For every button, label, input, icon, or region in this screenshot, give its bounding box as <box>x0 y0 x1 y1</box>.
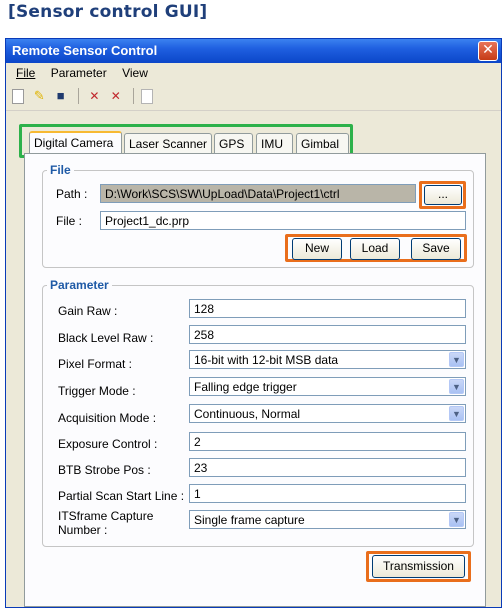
black-level-raw-input[interactable]: 258 <box>189 325 466 344</box>
acquisition-mode-label: Acquisition Mode : <box>58 411 157 425</box>
partial-scan-start-line-label: Partial Scan Start Line : <box>58 489 185 503</box>
chevron-down-icon[interactable]: ▼ <box>449 406 464 421</box>
exposure-control-input[interactable]: 2 <box>189 432 466 451</box>
itsframe-capture-label-line2: Number : <box>58 523 108 537</box>
trigger-mode-value: Falling edge trigger <box>194 380 297 394</box>
cancel-icon[interactable]: ✕ <box>108 88 124 104</box>
gain-raw-label: Gain Raw : <box>58 304 118 318</box>
pixel-format-value: 16-bit with 12-bit MSB data <box>194 353 339 367</box>
menu-file[interactable]: File <box>10 66 41 80</box>
btb-strobe-pos-label: BTB Strobe Pos : <box>58 463 151 477</box>
chevron-down-icon[interactable]: ▼ <box>449 352 464 367</box>
save-icon[interactable]: ■ <box>53 88 69 104</box>
path-label: Path : <box>56 187 88 201</box>
save-button[interactable]: Save <box>411 238 461 260</box>
acquisition-mode-value: Continuous, Normal <box>194 407 301 421</box>
pixel-format-select[interactable]: 16-bit with 12-bit MSB data ▼ <box>189 350 466 369</box>
itsframe-capture-value: Single frame capture <box>194 513 305 527</box>
file-name-input[interactable]: Project1_dc.prp <box>100 211 466 230</box>
menu-view[interactable]: View <box>116 66 154 80</box>
btb-strobe-pos-input[interactable]: 23 <box>189 458 466 477</box>
chevron-down-icon[interactable]: ▼ <box>449 379 464 394</box>
toolbar-separator <box>78 88 80 104</box>
menu-parameter[interactable]: Parameter <box>45 66 113 80</box>
trigger-mode-select[interactable]: Falling edge trigger ▼ <box>189 377 466 396</box>
new-file-icon[interactable] <box>12 88 24 104</box>
file-group-legend: File <box>47 163 74 177</box>
new-button[interactable]: New <box>292 238 342 260</box>
parameter-group-legend: Parameter <box>47 278 112 292</box>
black-level-raw-label: Black Level Raw : <box>58 331 154 345</box>
gain-raw-input[interactable]: 128 <box>189 299 466 318</box>
tab-laser-scanner[interactable]: Laser Scanner <box>124 133 212 153</box>
disconnect-icon[interactable]: ✕ <box>86 88 102 104</box>
toolbar: ✎ ■ ✕ ✕ <box>6 85 501 111</box>
title-bar: Remote Sensor Control ✕ <box>6 39 501 63</box>
tab-gimbal[interactable]: Gimbal <box>296 133 349 153</box>
menu-bar: File Parameter View <box>6 63 501 85</box>
toolbar-separator <box>133 88 135 104</box>
browse-button[interactable]: ... <box>424 185 462 205</box>
trigger-mode-label: Trigger Mode : <box>58 384 136 398</box>
itsframe-capture-label-line1: ITSframe Capture <box>58 509 154 523</box>
file-label: File : <box>56 214 83 228</box>
window-title: Remote Sensor Control <box>12 43 158 58</box>
tab-imu[interactable]: IMU <box>256 133 293 153</box>
close-button[interactable]: ✕ <box>478 41 498 61</box>
tab-gps[interactable]: GPS <box>214 133 253 153</box>
transmission-button[interactable]: Transmission <box>372 555 465 578</box>
load-button[interactable]: Load <box>350 238 400 260</box>
path-field: D:\Work\SCS\SW\UpLoad\Data\Project1\ctrl <box>100 184 416 203</box>
itsframe-capture-select[interactable]: Single frame capture ▼ <box>189 510 466 529</box>
pixel-format-label: Pixel Format : <box>58 357 133 371</box>
chevron-down-icon[interactable]: ▼ <box>449 512 464 527</box>
open-folder-icon[interactable]: ✎ <box>31 88 47 104</box>
exposure-control-label: Exposure Control : <box>58 437 158 451</box>
acquisition-mode-select[interactable]: Continuous, Normal ▼ <box>189 404 466 423</box>
document-icon[interactable] <box>141 88 154 104</box>
partial-scan-start-line-input[interactable]: 1 <box>189 484 466 503</box>
figure-caption: [Sensor control GUI] <box>8 2 208 22</box>
tab-digital-camera[interactable]: Digital Camera <box>29 131 122 154</box>
